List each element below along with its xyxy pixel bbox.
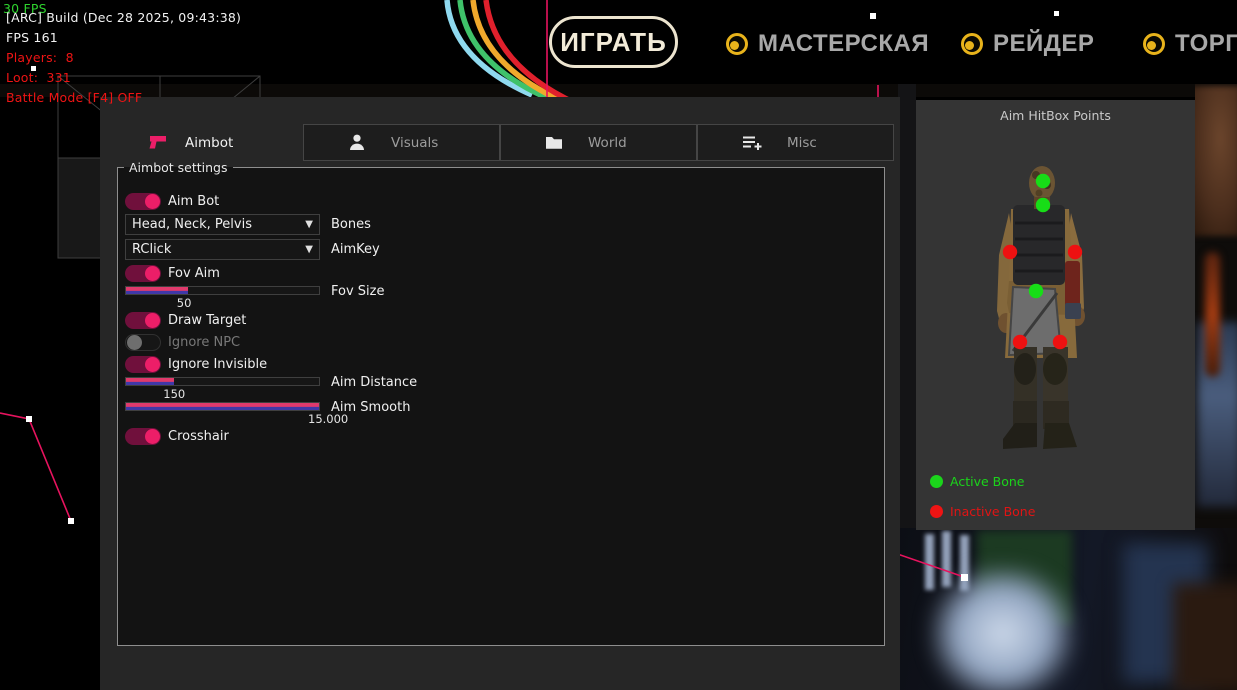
legend-active-bone: Active Bone bbox=[930, 474, 1024, 489]
game-screen: 30 FPS[ARC] Build (Dec 28 2025, 09:43:38… bbox=[0, 0, 1237, 690]
hitbox-point-head bbox=[1036, 174, 1050, 188]
hitbox-point-neck bbox=[1036, 198, 1050, 212]
ignore-npc-row: Ignore NPC bbox=[125, 333, 884, 351]
chevron-down-icon: ▼ bbox=[305, 219, 319, 230]
crosshair-row: Crosshair bbox=[125, 427, 884, 445]
hitbox-point-left-shoulder bbox=[1003, 245, 1017, 259]
tab-world[interactable]: World bbox=[500, 124, 697, 161]
slider-block: 50 bbox=[125, 286, 320, 307]
toggle-knob bbox=[127, 335, 142, 350]
toggle-knob bbox=[145, 357, 160, 372]
crosshair-toggle[interactable] bbox=[125, 428, 161, 445]
cheat-menu-panel: Aimbot Visuals World Misc Aimbot settings A… bbox=[100, 97, 900, 690]
hud-line-arc: [ARC] Build (Dec 28 2025, 09:43:38) bbox=[6, 10, 241, 25]
slider-value: 150 bbox=[163, 387, 185, 401]
aim-smooth-row: 15.000Aim Smooth bbox=[125, 402, 884, 423]
tab-misc[interactable]: Misc bbox=[697, 124, 894, 161]
hud-line-loot: Loot: 331 bbox=[6, 70, 71, 85]
toggle-label: Aim Bot bbox=[168, 194, 219, 209]
tab-label: Misc bbox=[787, 135, 817, 151]
chevron-down-icon: ▼ bbox=[305, 244, 319, 255]
toggle-label: Crosshair bbox=[168, 429, 229, 444]
toggle-knob bbox=[145, 194, 160, 209]
toggle-label: Ignore NPC bbox=[168, 335, 240, 350]
hud-line-fps: FPS 161 bbox=[6, 30, 58, 45]
aimbot-settings-group: Aimbot settings Aim Bot Head, Neck, Pelvi… bbox=[117, 160, 885, 646]
draw-target-toggle[interactable] bbox=[125, 312, 161, 329]
aimkey-dropdown[interactable]: RClick▼ bbox=[125, 239, 320, 260]
dropdown-value: RClick bbox=[126, 242, 305, 257]
hitbox-points bbox=[916, 100, 1195, 530]
tab-aimbot[interactable]: Aimbot bbox=[100, 124, 303, 161]
slider-fill bbox=[126, 403, 319, 410]
hitbox-point-right-knee bbox=[1053, 335, 1067, 349]
fov-aim-row: Fov Aim bbox=[125, 264, 884, 282]
legend-dot bbox=[930, 475, 943, 488]
hitbox-point-right-shoulder bbox=[1068, 245, 1082, 259]
ignore-npc-toggle[interactable] bbox=[125, 334, 161, 351]
folder-icon bbox=[545, 135, 563, 150]
aim-distance-slider[interactable] bbox=[125, 377, 320, 386]
toggle-label: Ignore Invisible bbox=[168, 357, 267, 372]
tab-label: World bbox=[588, 135, 627, 151]
bones-row: Head, Neck, Pelvis▼ Bones bbox=[125, 214, 884, 235]
tab-visuals[interactable]: Visuals bbox=[303, 124, 500, 161]
dropdown-label: AimKey bbox=[331, 242, 380, 257]
toggle-label: Fov Aim bbox=[168, 266, 220, 281]
hitbox-preview-panel: Aim HitBox Points bbox=[916, 100, 1195, 530]
legend-label: Active Bone bbox=[950, 474, 1024, 489]
hitbox-point-left-knee bbox=[1013, 335, 1027, 349]
aim-bot-row: Aim Bot bbox=[125, 192, 884, 210]
slider-fill bbox=[126, 378, 174, 385]
slider-value: 15.000 bbox=[308, 412, 348, 426]
person-icon bbox=[348, 134, 366, 151]
slider-fill bbox=[126, 287, 188, 294]
group-title: Aimbot settings bbox=[124, 160, 233, 175]
ignore-invisible-row: Ignore Invisible bbox=[125, 355, 884, 373]
toggle-knob bbox=[145, 429, 160, 444]
tab-label: Aimbot bbox=[185, 135, 233, 151]
fov-size-row: 50 Fov Size bbox=[125, 286, 884, 307]
bones-dropdown[interactable]: Head, Neck, Pelvis▼ bbox=[125, 214, 320, 235]
playlist-add-icon bbox=[742, 135, 762, 150]
hitbox-point-pelvis bbox=[1029, 284, 1043, 298]
aim-bot-toggle[interactable] bbox=[125, 193, 161, 210]
dropdown-label: Bones bbox=[331, 217, 371, 232]
aim-smooth-slider[interactable] bbox=[125, 402, 320, 411]
legend-label: Inactive Bone bbox=[950, 504, 1035, 519]
ignore-invisible-toggle[interactable] bbox=[125, 356, 161, 373]
slider-block: 150 bbox=[125, 377, 320, 398]
slider-label: Fov Size bbox=[331, 284, 384, 299]
fov-size-slider[interactable] bbox=[125, 286, 320, 295]
toggle-label: Draw Target bbox=[168, 313, 246, 328]
aim-distance-row: 150 Aim Distance bbox=[125, 377, 884, 398]
toggle-knob bbox=[145, 266, 160, 281]
hud-line-players: Players: 8 bbox=[6, 50, 74, 65]
fov-aim-toggle[interactable] bbox=[125, 265, 161, 282]
slider-value: 50 bbox=[177, 296, 192, 310]
slider-block: 15.000 bbox=[125, 402, 320, 423]
slider-label: Aim Distance bbox=[331, 375, 417, 390]
tab-label: Visuals bbox=[391, 135, 438, 151]
aimkey-row: RClick▼ AimKey bbox=[125, 239, 884, 260]
legend-dot bbox=[930, 505, 943, 518]
toggle-knob bbox=[145, 313, 160, 328]
hud-line-battle: Battle Mode [F4] OFF bbox=[6, 90, 142, 105]
draw-target-row: Draw Target bbox=[125, 311, 884, 329]
legend-inactive-bone: Inactive Bone bbox=[930, 504, 1035, 519]
pistol-icon bbox=[148, 135, 168, 150]
settings-rows: Aim BotHead, Neck, Pelvis▼BonesRClick▼Ai… bbox=[118, 175, 884, 445]
dropdown-value: Head, Neck, Pelvis bbox=[126, 217, 305, 232]
